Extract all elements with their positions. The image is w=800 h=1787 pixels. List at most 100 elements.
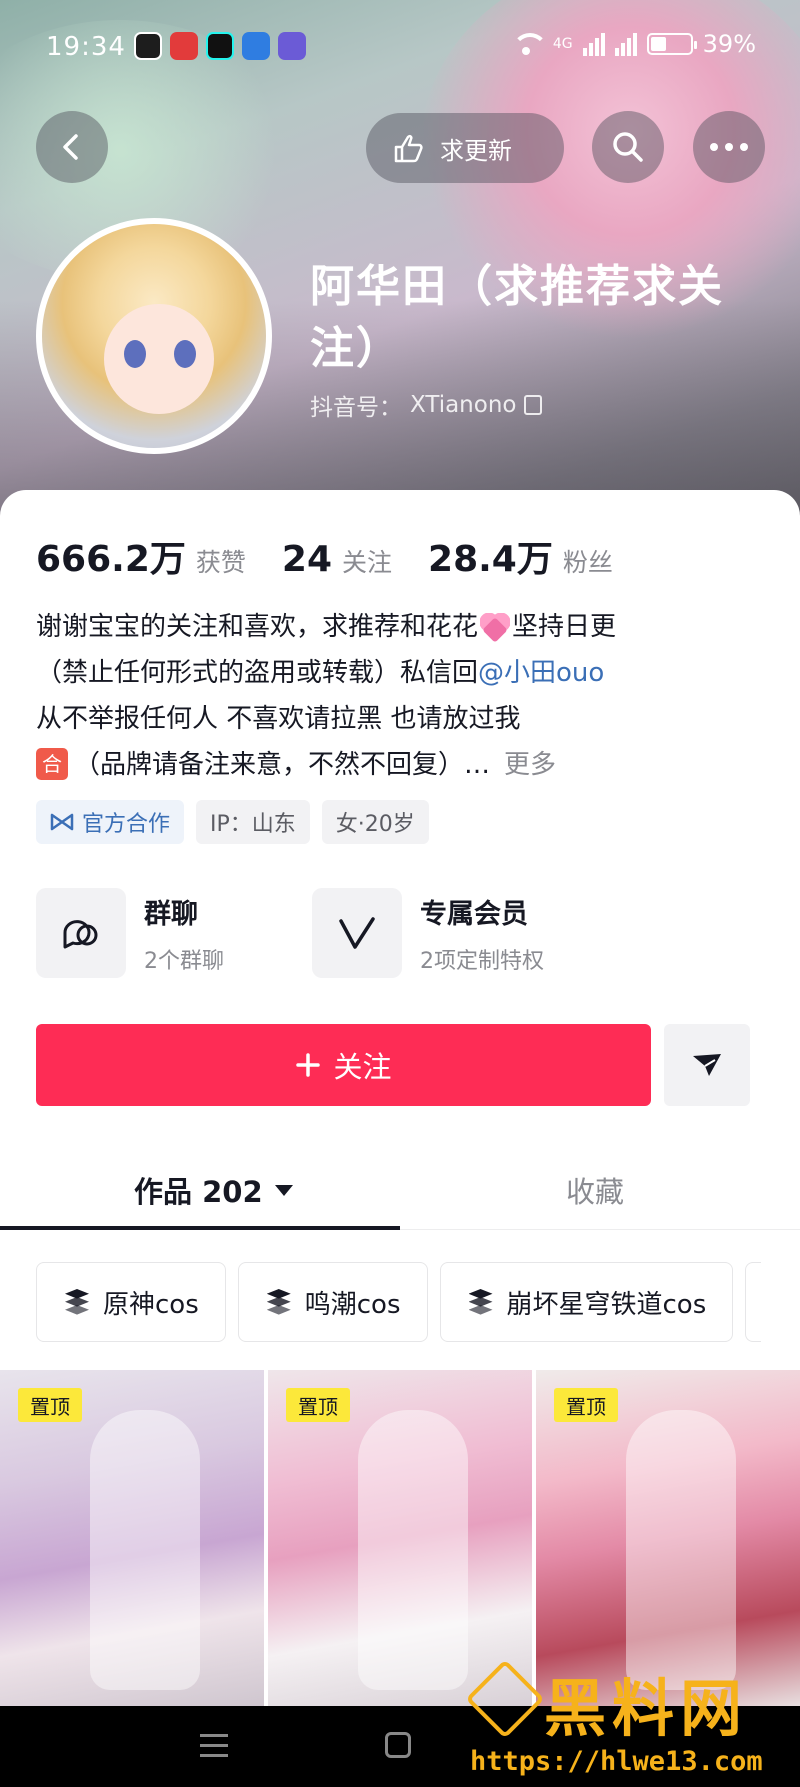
heart-emoji-icon: [480, 613, 511, 639]
browser-icon: [242, 32, 270, 60]
collection-chip[interactable]: 原神cos: [36, 1262, 226, 1342]
profile-features: 群聊 2个群聊 专属会员 2项定制特权: [36, 888, 588, 978]
follow-label: 关注: [333, 1050, 392, 1084]
feature-subtitle: 2项定制特权: [420, 948, 544, 974]
status-right: 4G 39%: [509, 30, 756, 58]
bio-badge: 合: [36, 748, 68, 780]
feature-group-chat[interactable]: 群聊 2个群聊: [36, 888, 312, 978]
chevron-left-icon: [63, 134, 78, 160]
stat-label: 获赞: [195, 548, 246, 577]
watermark-logo-icon: [465, 1659, 545, 1739]
content-tabs: 作品 202 收藏: [0, 1150, 800, 1230]
request-update-button[interactable]: 求更新: [366, 113, 564, 183]
tab-favorites[interactable]: 收藏: [566, 1150, 624, 1230]
pinned-badge: 置顶: [286, 1388, 350, 1422]
copy-icon[interactable]: [524, 395, 543, 415]
signal-icon: [582, 32, 605, 56]
chat-bubbles-icon: [36, 888, 126, 978]
more-horizontal-icon: [710, 143, 748, 151]
douyin-id-label: 抖音号：: [310, 395, 402, 421]
stat-likes[interactable]: 666.2万 获赞: [36, 530, 246, 582]
tag-official-cooperation[interactable]: 官方合作: [36, 800, 185, 844]
douyin-id-value: XTianono: [410, 392, 517, 418]
tag-ip-location: IP：山东: [196, 800, 310, 844]
plus-icon: [296, 1053, 321, 1077]
member-v-icon: [312, 888, 402, 978]
request-update-label: 求更新: [440, 136, 512, 165]
follow-button[interactable]: 关注: [36, 1024, 651, 1106]
share-arrow-icon: [693, 1054, 721, 1076]
search-button[interactable]: [592, 111, 664, 183]
video-thumbnail[interactable]: 置顶: [536, 1370, 800, 1706]
stack-icon: [63, 1289, 91, 1315]
bio-line-1a: 谢谢宝宝的关注和喜欢，求推荐和花花: [36, 612, 479, 642]
message-icon: [278, 32, 306, 60]
avatar[interactable]: [36, 218, 272, 454]
bio-line-4: （品牌请备注来意，不然不回复）…: [74, 750, 491, 780]
wifi-icon: [509, 31, 548, 57]
cooperation-icon: [50, 813, 74, 831]
menu-icon[interactable]: [200, 1734, 228, 1758]
collection-chip-partial[interactable]: [745, 1262, 762, 1342]
watermark-title: 黑料网: [544, 1672, 749, 1745]
tab-favorites-label: 收藏: [566, 1175, 625, 1209]
more-button[interactable]: [693, 111, 765, 183]
qq-icon: [134, 32, 162, 60]
back-button[interactable]: [36, 111, 108, 183]
battery-icon: [646, 33, 697, 55]
profile-card: 666.2万 获赞 24 关注 28.4万 粉丝 谢谢宝宝的关注和喜欢，求推荐和…: [0, 490, 800, 1706]
douyin-icon: [206, 32, 234, 60]
douyin-id[interactable]: 抖音号： XTianono: [310, 388, 543, 422]
tab-works-label: 作品 202: [134, 1175, 263, 1209]
watermark: 黑料网 https://hlwe13.com: [465, 1659, 790, 1782]
feature-title: 专属会员: [420, 898, 528, 930]
profile-tags: 官方合作 IP：山东 女·20岁: [36, 800, 429, 844]
pinned-badge: 置顶: [18, 1388, 82, 1422]
signal-icon-2: [614, 32, 637, 56]
stat-value: 666.2万: [36, 539, 186, 580]
stat-label: 关注: [342, 548, 393, 577]
caret-down-icon: [274, 1184, 293, 1196]
tab-works[interactable]: 作品 202: [134, 1150, 293, 1230]
pinned-badge: 置顶: [554, 1388, 618, 1422]
bio-mention-link[interactable]: @小田ouo: [478, 658, 604, 688]
video-thumbnail[interactable]: 置顶: [0, 1370, 264, 1706]
feature-title: 群聊: [144, 898, 198, 930]
search-icon: [613, 132, 643, 162]
home-icon[interactable]: [385, 1732, 411, 1758]
tag-label: 官方合作: [82, 812, 171, 837]
collection-label: 鸣潮cos: [304, 1289, 401, 1320]
stat-value: 24: [281, 539, 332, 580]
stack-icon: [467, 1289, 495, 1315]
collection-label: 崩坏星穹铁道cos: [506, 1289, 707, 1320]
watermark-url: https://hlwe13.com: [470, 1746, 763, 1777]
collection-list: 原神cos 鸣潮cos 崩坏星穹铁道cos: [36, 1262, 762, 1342]
profile-bio[interactable]: 谢谢宝宝的关注和喜欢，求推荐和花花 坚持日更 （禁止任何形式的盗用或转载）私信回@…: [36, 604, 776, 788]
stat-followers[interactable]: 28.4万 粉丝: [428, 530, 613, 582]
bio-line-2: （禁止任何形式的盗用或转载）私信回: [36, 658, 479, 688]
share-button[interactable]: [664, 1024, 750, 1106]
profile-name: 阿华田（求推荐求关注）: [310, 261, 724, 374]
bio-line-3: 从不举报任何人 不喜欢请拉黑 也请放过我: [36, 704, 521, 734]
feature-subtitle: 2个群聊: [144, 948, 224, 974]
collection-label: 原神cos: [103, 1289, 199, 1320]
collection-chip[interactable]: 鸣潮cos: [237, 1262, 428, 1342]
notification-icons: [134, 32, 306, 60]
app-icon: [170, 32, 198, 60]
video-grid: 置顶 置顶 置顶: [0, 1370, 800, 1706]
tag-label: IP：山东: [210, 812, 296, 837]
status-bar: 19:34 4G 39%: [0, 0, 800, 96]
tag-label: 女·20岁: [335, 812, 415, 837]
video-thumbnail[interactable]: 置顶: [268, 1370, 532, 1706]
stat-label: 粉丝: [562, 548, 613, 577]
bio-line-1b: 坚持日更: [512, 612, 617, 642]
tag-gender-age: 女·20岁: [321, 800, 429, 844]
bio-more-link[interactable]: 更多: [504, 750, 556, 780]
status-time: 19:34: [46, 32, 126, 62]
profile-stats: 666.2万 获赞 24 关注 28.4万 粉丝: [36, 530, 649, 582]
feature-membership[interactable]: 专属会员 2项定制特权: [312, 888, 588, 978]
stat-following[interactable]: 24 关注: [282, 539, 392, 580]
collection-chip[interactable]: 崩坏星穹铁道cos: [439, 1262, 734, 1342]
hand-pointing-icon: [394, 134, 423, 163]
network-label: 4G: [552, 36, 573, 52]
